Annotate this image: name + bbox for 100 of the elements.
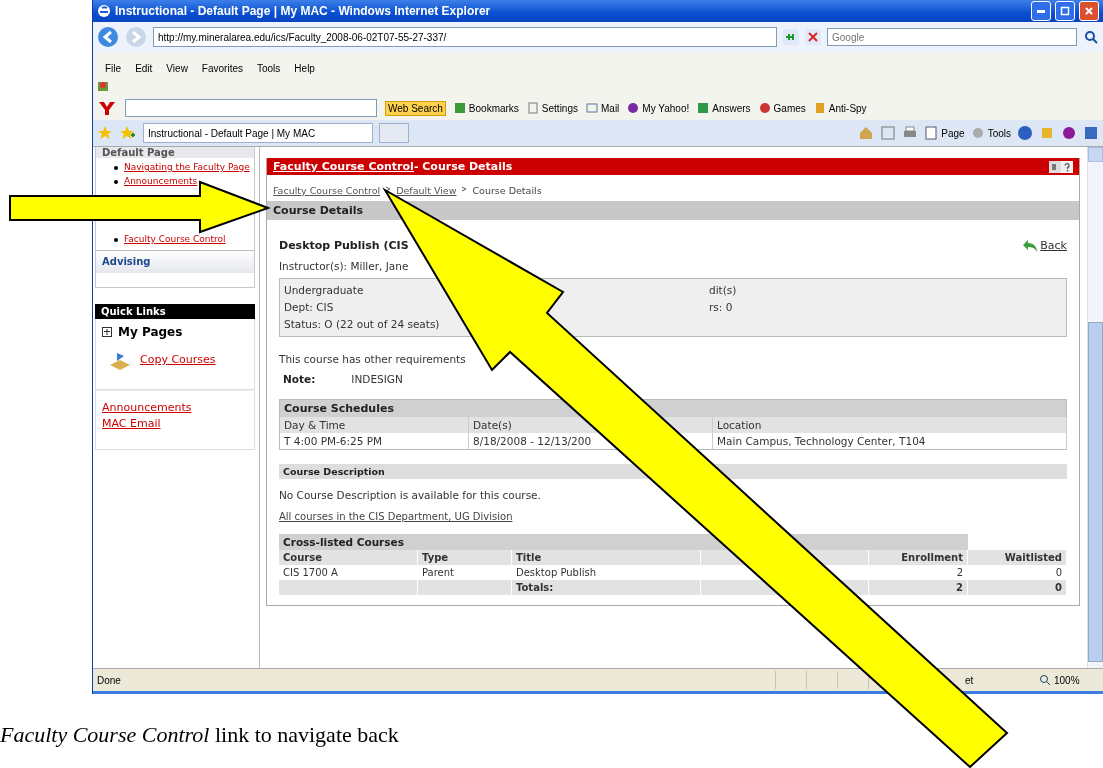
toolbar-item-icon <box>758 102 771 114</box>
menu-item[interactable]: View <box>166 62 188 74</box>
menu-item[interactable]: Edit <box>135 62 153 74</box>
print-icon[interactable] <box>1049 160 1061 173</box>
breadcrumb-current: Course Details <box>472 185 542 196</box>
add-favorite-icon[interactable] <box>119 125 137 141</box>
column-header: Day & Time <box>279 417 469 433</box>
instructor-text: Instructor(s): Miller, Jane <box>279 260 410 272</box>
my-pages-title: My Pages <box>118 325 183 339</box>
info-text: rs: 0 <box>709 300 734 315</box>
window-title: Instructional - Default Page | My MAC - Windows Internet Explorer <box>115 4 492 18</box>
close-icon <box>1084 6 1094 16</box>
sidebar-link[interactable]: Announcements <box>102 403 250 413</box>
refresh-icon[interactable] <box>783 29 799 45</box>
table-cell: T 4:00 PM-6:25 PM <box>279 433 469 450</box>
quick-link[interactable]: Copy Courses <box>140 355 216 365</box>
back-arrow-icon <box>1022 238 1039 252</box>
breadcrumb-link[interactable]: Default View <box>396 185 457 196</box>
bullet-icon <box>114 238 118 242</box>
minimize-button[interactable] <box>1031 1 1051 21</box>
department-link[interactable]: All courses in the CIS Department, UG Division <box>279 511 513 522</box>
sidebar-link[interactable]: Faculty Course Control <box>124 234 226 244</box>
search-field[interactable]: Google <box>827 28 1077 46</box>
help-icon[interactable] <box>1061 160 1073 173</box>
address-field[interactable]: http://my.mineralarea.edu/ics/Faculty_2008-06-02T07-55-27-337/ <box>153 27 777 47</box>
toolbar-button[interactable]: Answers <box>697 102 751 114</box>
toolbar-icon[interactable] <box>97 79 111 93</box>
total-cell: 0 <box>967 580 1067 595</box>
sidebar-header: Default Page <box>96 147 254 158</box>
web-search-button[interactable]: Web Search <box>385 100 446 116</box>
zoom-icon <box>1039 674 1051 686</box>
scrollbar[interactable] <box>1087 147 1103 668</box>
info-text: dit(s) <box>709 283 737 298</box>
toolbar-item-icon <box>586 102 598 114</box>
yahoo-icon[interactable] <box>97 99 117 117</box>
column-header: Location <box>712 417 1067 433</box>
caption-text: Faculty Course Control link to navigate back <box>0 722 399 748</box>
description-text: No Course Description is available for this course. <box>279 489 542 501</box>
column-header: Title <box>511 550 701 565</box>
sidebar-link[interactable]: Navigating the Faculty Page <box>124 162 250 172</box>
toolbar-item-icon <box>627 102 640 114</box>
panel-title-link[interactable]: Faculty Course Control <box>273 160 414 173</box>
total-cell: 2 <box>868 580 968 595</box>
search-icon[interactable] <box>1083 29 1099 45</box>
menu-item[interactable]: Help <box>294 62 315 74</box>
column-header: Type <box>417 550 512 565</box>
zoom-button[interactable]: 100% <box>1039 674 1099 686</box>
command-icon <box>970 126 985 140</box>
toolbar-button[interactable]: My Yahoo! <box>627 102 690 114</box>
toolbar-button[interactable]: Games <box>758 102 806 114</box>
column-header: Course <box>279 550 418 565</box>
toolbar-item-icon <box>453 102 466 114</box>
back-button[interactable] <box>97 26 119 48</box>
toolbar-button[interactable]: Mail <box>586 102 620 114</box>
command-button[interactable]: Page <box>924 126 965 140</box>
menu-item[interactable]: Tools <box>257 62 281 74</box>
tool-icon[interactable] <box>1083 125 1099 141</box>
requirements-text: This course has other requirements <box>279 353 467 365</box>
course-title: Desktop Publish (CIS <box>279 238 410 252</box>
info-text: Dept: CIS <box>284 300 335 315</box>
url-text: http://my.mineralarea.edu/ics/Faculty_2008-06-02T07-55-27-337/ <box>158 31 447 43</box>
help-icon[interactable] <box>1017 125 1033 141</box>
breadcrumb-link[interactable]: Faculty Course Control <box>273 185 381 196</box>
sidebar-link[interactable]: Announcements <box>124 176 198 186</box>
close-icon[interactable] <box>805 29 821 45</box>
messenger-icon[interactable] <box>1061 125 1077 141</box>
expand-icon[interactable] <box>102 327 112 337</box>
panel-title: - Course Details <box>413 160 513 173</box>
column-header: Enrollment <box>868 550 968 565</box>
zone-text: et <box>965 674 974 686</box>
toolbar-button[interactable]: Anti-Spy <box>813 102 867 114</box>
status-text: Done <box>97 674 121 686</box>
sidebar-link[interactable]: MAC Email <box>102 419 250 429</box>
star-icon[interactable] <box>97 125 113 141</box>
toolbar-item-icon <box>813 102 826 114</box>
toolbar-item-icon <box>697 102 710 114</box>
table-cell: Main Campus, Technology Center, T104 <box>712 433 1067 450</box>
back-link[interactable]: Back <box>1022 238 1067 252</box>
maximize-icon <box>1060 6 1070 16</box>
toolbar-button[interactable]: Settings <box>526 102 578 114</box>
total-cell: Totals: <box>511 580 701 595</box>
browser-tab[interactable]: Instructional - Default Page | My MAC <box>143 123 373 143</box>
bullet-icon <box>114 180 118 184</box>
menu-item[interactable]: File <box>105 62 122 74</box>
toolbar-item-icon <box>526 102 539 114</box>
command-icon <box>924 126 939 140</box>
close-button[interactable] <box>1079 1 1099 21</box>
toolbar-search-field[interactable] <box>125 99 377 117</box>
column-header: Waitlisted <box>967 550 1067 565</box>
command-button[interactable]: Tools <box>970 126 1011 140</box>
bullet-icon <box>114 166 118 170</box>
note-label: Note: <box>283 373 316 385</box>
quick-links-header: Quick Links <box>95 304 255 319</box>
menu-item[interactable]: Favorites <box>201 62 243 74</box>
info-text: Status: O (22 out of 24 seats) <box>284 317 441 332</box>
sidebar-section[interactable]: Advising <box>96 250 254 273</box>
browser-icon <box>97 4 111 18</box>
toolbar-button[interactable]: Bookmarks <box>453 102 519 114</box>
info-text: Undergraduate <box>284 283 365 298</box>
maximize-button[interactable] <box>1055 1 1075 21</box>
